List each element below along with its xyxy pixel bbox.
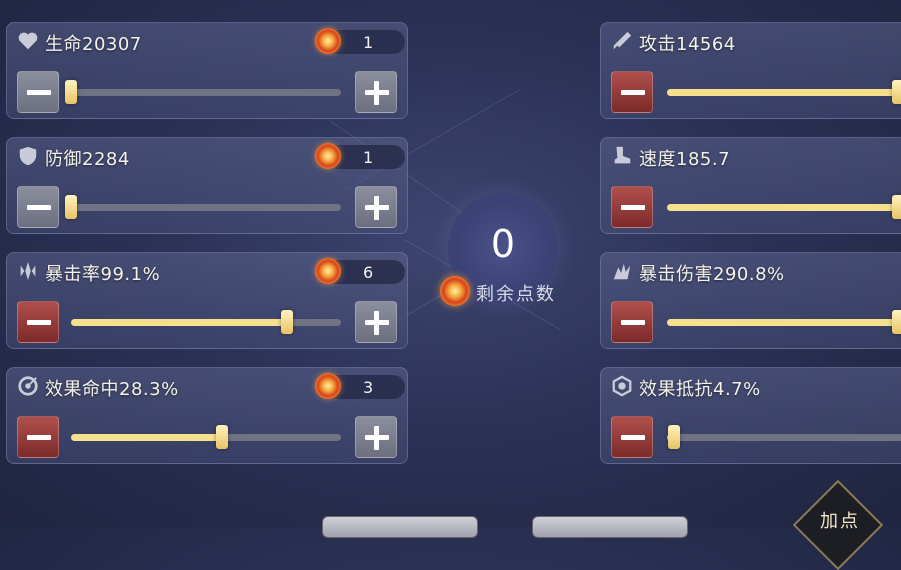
bottom-button-left[interactable] [322, 516, 478, 538]
increase-button[interactable] [355, 416, 397, 458]
slider-handle[interactable] [216, 425, 229, 449]
slider-handle[interactable] [65, 195, 77, 219]
allocated-points-value: 3 [363, 378, 374, 397]
stat-slider[interactable] [65, 80, 341, 104]
slider-handle[interactable] [65, 80, 77, 104]
remaining-points-value: 0 [490, 222, 516, 266]
slider-fill [667, 89, 899, 96]
slider-handle[interactable] [668, 425, 681, 449]
stat-label: 暴击伤害290.8% [639, 264, 785, 285]
stat-slider[interactable] [71, 425, 341, 449]
stat-panel-acc: 效果命中28.3% 3 [6, 367, 408, 464]
stat-label: 效果命中28.3% [45, 379, 179, 400]
allocated-points-value: 1 [363, 33, 374, 52]
decrease-button[interactable] [611, 416, 653, 458]
allocated-points-value: 6 [363, 263, 374, 282]
decrease-button[interactable] [17, 301, 59, 343]
slider-handle[interactable] [892, 80, 901, 104]
bottom-button-right[interactable] [532, 516, 688, 538]
stat-label: 效果抵抗4.7% [639, 379, 761, 400]
stat-slider[interactable] [65, 195, 341, 219]
stat-slider[interactable] [667, 80, 901, 104]
coin-icon [315, 143, 341, 169]
stat-label: 攻击14564 [639, 34, 736, 55]
decrease-button[interactable] [611, 301, 653, 343]
slider-handle[interactable] [281, 310, 293, 334]
stat-panel-spd: 速度185.7 [600, 137, 901, 234]
stat-panel-crit: 暴击率99.1% 6 [6, 252, 408, 349]
allocated-points: 1 [315, 143, 405, 169]
allocated-points-value: 1 [363, 148, 374, 167]
increase-button[interactable] [355, 186, 397, 228]
allocated-points: 1 [315, 28, 405, 54]
decrease-button[interactable] [17, 186, 59, 228]
stat-panel-res: 效果抵抗4.7% [600, 367, 901, 464]
coin-icon [315, 258, 341, 284]
decrease-button[interactable] [17, 416, 59, 458]
coin-icon [315, 28, 341, 54]
stat-panel-atk: 攻击14564 [600, 22, 901, 119]
remaining-points-label: 剩余点数 [476, 284, 556, 305]
stat-label: 暴击率99.1% [45, 264, 161, 285]
slider-fill [71, 434, 223, 441]
heart-icon [18, 32, 38, 50]
coin-icon [440, 276, 470, 306]
stat-panel-def: 防御2284 1 [6, 137, 408, 234]
shield-icon [19, 146, 37, 166]
stat-panel-critdmg: 暴击伤害290.8% [600, 252, 901, 349]
allocated-points: 3 [315, 373, 405, 399]
decrease-button[interactable] [611, 71, 653, 113]
slider-handle[interactable] [892, 195, 901, 219]
increase-button[interactable] [355, 71, 397, 113]
stat-label: 速度185.7 [639, 149, 731, 170]
allocated-points: 6 [315, 258, 405, 284]
stat-slider[interactable] [71, 310, 341, 334]
slider-fill [667, 204, 899, 211]
boot-icon [614, 146, 631, 164]
crit-rate-icon [20, 261, 36, 281]
accuracy-icon [18, 376, 38, 396]
stat-panel-hp: 生命20307 1 [6, 22, 408, 119]
stat-slider[interactable] [667, 425, 901, 449]
decrease-button[interactable] [17, 71, 59, 113]
coin-icon [315, 373, 341, 399]
crit-damage-icon [613, 263, 631, 280]
resist-icon [612, 375, 632, 397]
slider-fill [667, 319, 899, 326]
stat-slider[interactable] [667, 310, 901, 334]
stat-slider[interactable] [667, 195, 901, 219]
sword-icon [613, 31, 632, 50]
increase-button[interactable] [355, 301, 397, 343]
slider-fill [71, 319, 287, 326]
stat-label: 生命20307 [45, 34, 142, 55]
add-points-button-label: 加点 [820, 511, 860, 532]
slider-handle[interactable] [892, 310, 901, 334]
decrease-button[interactable] [611, 186, 653, 228]
stat-label: 防御2284 [45, 149, 130, 170]
